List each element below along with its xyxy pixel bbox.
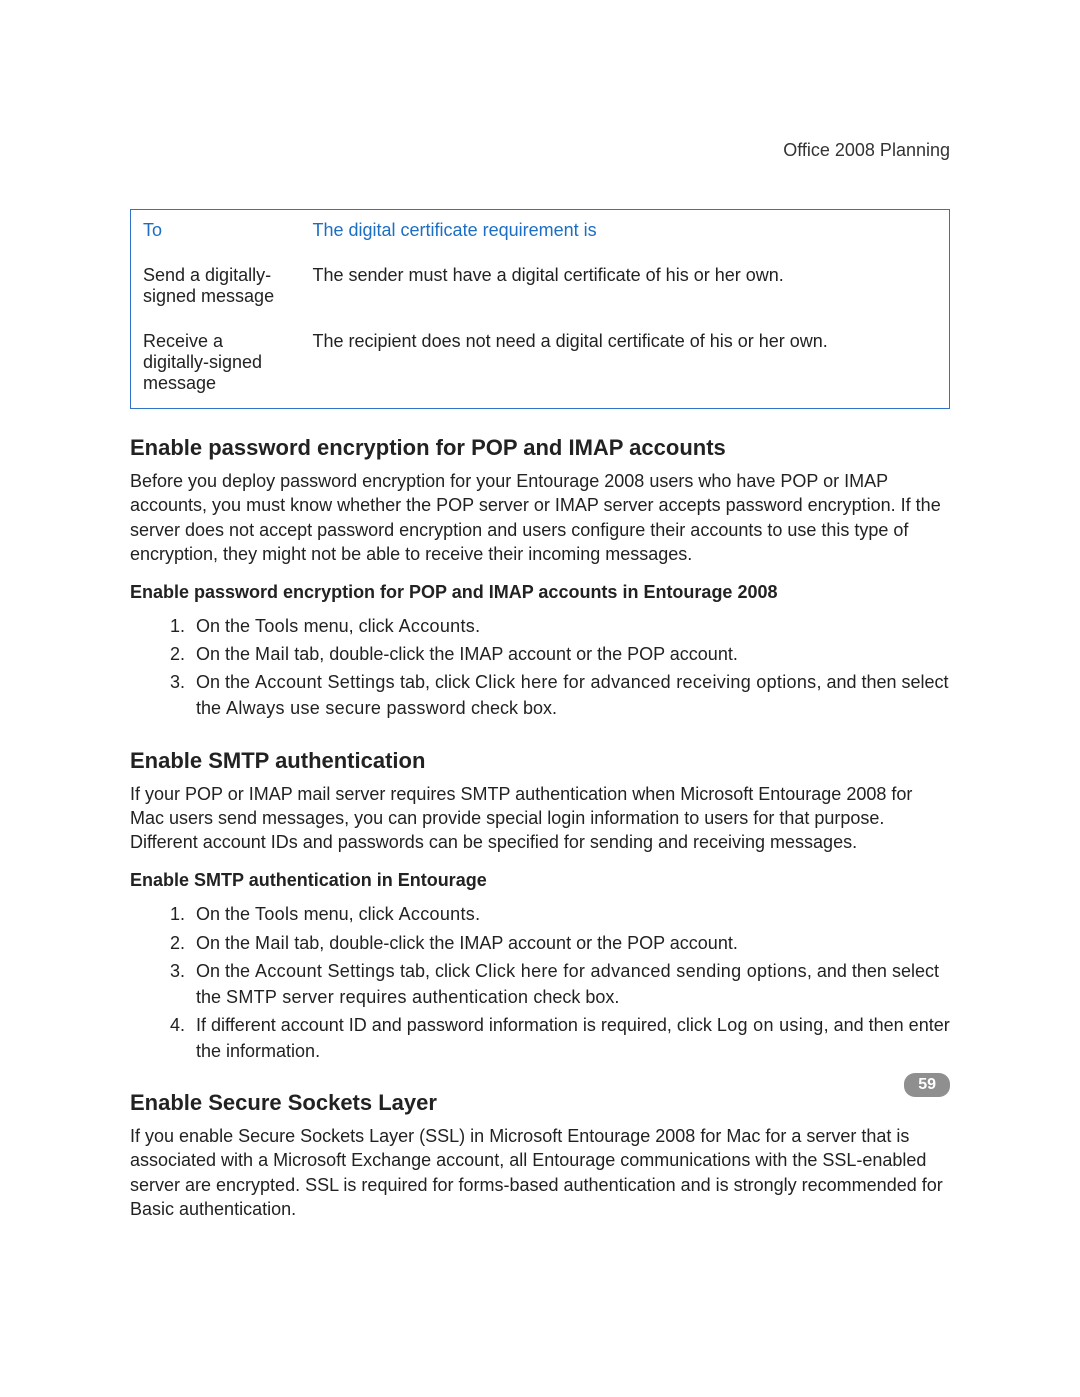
procedure-heading: Enable password encryption for POP and I… <box>130 582 950 603</box>
table-row: Send a digitally-signed message The send… <box>131 255 950 321</box>
list-item: If different account ID and password inf… <box>190 1012 950 1064</box>
ui-advanced-sending: Click here for advanced sending options <box>475 961 807 981</box>
table-row: Receive a digitally-signed message The r… <box>131 321 950 409</box>
section-body: If your POP or IMAP mail server requires… <box>130 782 950 855</box>
ui-account-settings: Account Settings <box>255 672 395 692</box>
ui-accounts: Accounts <box>399 904 475 924</box>
page-number: 59 <box>904 1073 950 1097</box>
table-cell-to: Send a digitally-signed message <box>131 255 301 321</box>
procedure-heading: Enable SMTP authentication in Entourage <box>130 870 950 891</box>
ui-tools: Tools <box>255 616 299 636</box>
ui-tools: Tools <box>255 904 299 924</box>
running-header: Office 2008 Planning <box>130 140 950 161</box>
section-heading-password-encryption: Enable password encryption for POP and I… <box>130 435 950 461</box>
ui-log-on-using: Log on using <box>717 1015 824 1035</box>
table-cell-requirement: The recipient does not need a digital ce… <box>301 321 950 409</box>
ui-secure-password: Always use secure password <box>226 698 466 718</box>
list-item: On the Tools menu, click Accounts. <box>190 613 950 639</box>
ui-account-settings: Account Settings <box>255 961 395 981</box>
table-header-row: To The digital certificate requirement i… <box>131 210 950 256</box>
list-item: On the Account Settings tab, click Click… <box>190 958 950 1010</box>
list-item: On the Mail tab, double-click the IMAP a… <box>190 930 950 956</box>
ui-mail: Mail <box>255 933 289 953</box>
certificate-table: To The digital certificate requirement i… <box>130 209 950 409</box>
document-page: Office 2008 Planning To The digital cert… <box>0 0 1080 1397</box>
section-body: Before you deploy password encryption fo… <box>130 469 950 566</box>
section-body: If you enable Secure Sockets Layer (SSL)… <box>130 1124 950 1221</box>
table-cell-to: Receive a digitally-signed message <box>131 321 301 409</box>
table-cell-requirement: The sender must have a digital certifica… <box>301 255 950 321</box>
ui-mail: Mail <box>255 644 289 664</box>
section-heading-smtp-auth: Enable SMTP authentication <box>130 748 950 774</box>
ui-accounts: Accounts <box>399 616 475 636</box>
list-item: On the Account Settings tab, click Click… <box>190 669 950 721</box>
procedure-steps: On the Tools menu, click Accounts. On th… <box>130 901 950 1064</box>
table-header-requirement: The digital certificate requirement is <box>301 210 950 256</box>
list-item: On the Tools menu, click Accounts. <box>190 901 950 927</box>
ui-smtp-requires-auth: SMTP server requires authentication <box>226 987 528 1007</box>
ui-advanced-receiving: Click here for advanced receiving option… <box>475 672 816 692</box>
table-header-to: To <box>131 210 301 256</box>
procedure-steps: On the Tools menu, click Accounts. On th… <box>130 613 950 721</box>
section-heading-ssl: Enable Secure Sockets Layer <box>130 1090 950 1116</box>
list-item: On the Mail tab, double-click the IMAP a… <box>190 641 950 667</box>
